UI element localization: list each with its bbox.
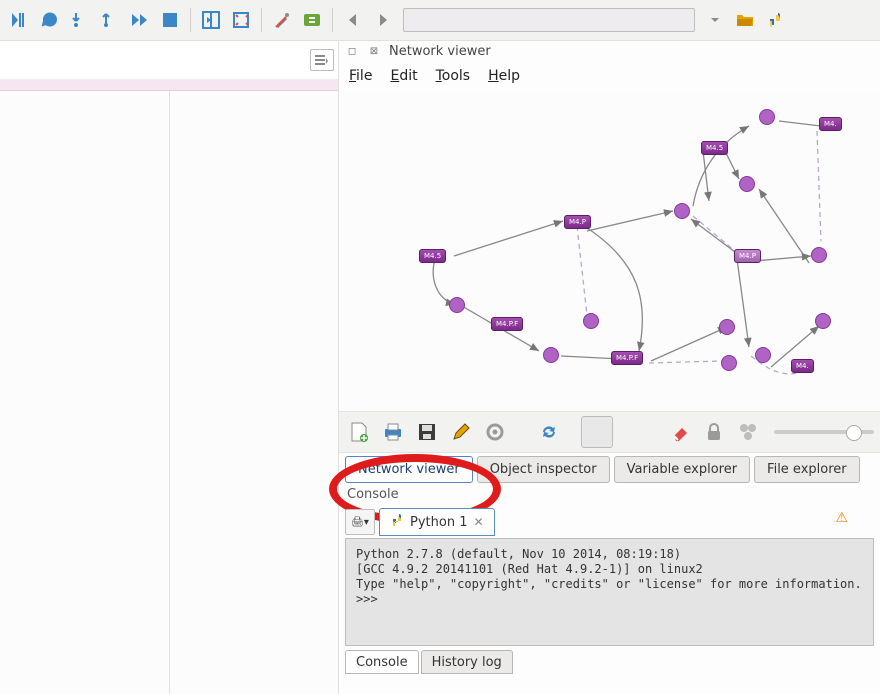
refresh-icon[interactable] bbox=[535, 418, 563, 446]
folder-open-icon[interactable] bbox=[731, 6, 759, 34]
left-pane-2[interactable] bbox=[169, 91, 339, 694]
lock-icon[interactable] bbox=[700, 418, 728, 446]
cluster-icon[interactable] bbox=[734, 418, 762, 446]
graph-node-box[interactable]: M4.P bbox=[564, 215, 591, 229]
console-menu-button[interactable]: 🖨▾ bbox=[345, 509, 375, 535]
left-panel bbox=[0, 41, 339, 694]
edit-icon[interactable] bbox=[447, 418, 475, 446]
tab-network-viewer[interactable]: Network viewer bbox=[345, 456, 473, 483]
stop-icon[interactable] bbox=[156, 6, 184, 34]
step-out-icon[interactable] bbox=[96, 6, 124, 34]
left-split bbox=[0, 91, 338, 694]
separator bbox=[332, 8, 333, 32]
separator bbox=[190, 8, 191, 32]
python-logo-icon[interactable] bbox=[761, 6, 789, 34]
graph-node-dot[interactable] bbox=[759, 109, 775, 125]
graph-node-dot[interactable] bbox=[674, 203, 690, 219]
python-logo-icon bbox=[390, 513, 404, 531]
graph-node-dot[interactable] bbox=[583, 313, 599, 329]
new-file-icon[interactable] bbox=[345, 418, 373, 446]
console-output[interactable]: Python 2.7.8 (default, Nov 10 2014, 08:1… bbox=[345, 538, 874, 646]
tab-history-log[interactable]: History log bbox=[421, 650, 513, 674]
eraser-icon[interactable] bbox=[666, 418, 694, 446]
network-toolbar bbox=[339, 411, 880, 453]
console-title: Console bbox=[339, 483, 880, 506]
graph-node-dot[interactable] bbox=[543, 347, 559, 363]
graph-node-dot[interactable] bbox=[719, 319, 735, 335]
menu-help[interactable]: Help bbox=[488, 68, 520, 84]
console-tab-label: Python 1 bbox=[410, 515, 467, 530]
console-tab-bar: 🖨▾ Python 1 ✕ ⚠ bbox=[339, 506, 880, 538]
selection-bar bbox=[0, 80, 338, 91]
graph-node-box-large[interactable]: M4.P bbox=[734, 249, 761, 263]
stop-square-icon[interactable] bbox=[581, 416, 613, 448]
graph-node-box[interactable]: M4.5 bbox=[701, 141, 728, 155]
zoom-slider[interactable] bbox=[774, 430, 874, 434]
back-icon[interactable] bbox=[339, 6, 367, 34]
tab-console[interactable]: Console bbox=[345, 650, 419, 674]
print-icon[interactable] bbox=[379, 418, 407, 446]
left-panel-header bbox=[0, 41, 338, 80]
list-mode-button[interactable] bbox=[310, 49, 334, 71]
dock-title-bar: ◻ ⊠ Network viewer bbox=[339, 41, 880, 61]
tab-object-inspector[interactable]: Object inspector bbox=[477, 456, 610, 483]
main-toolbar bbox=[0, 0, 880, 41]
view-tabs: Network viewer Object inspector Variable… bbox=[339, 453, 880, 483]
graph-node-dot[interactable] bbox=[815, 313, 831, 329]
menu-tools[interactable]: Tools bbox=[436, 68, 471, 84]
forward-icon[interactable] bbox=[369, 6, 397, 34]
working-dir-field[interactable] bbox=[403, 8, 695, 32]
tab-variable-explorer[interactable]: Variable explorer bbox=[614, 456, 750, 483]
preferences-icon[interactable] bbox=[268, 6, 296, 34]
loop-icon[interactable] bbox=[36, 6, 64, 34]
network-graph-canvas[interactable]: M4. M4.5 M4.P M4.5 M4.P.F M4.P.F M4. M4.… bbox=[339, 91, 880, 411]
menu-file[interactable]: File bbox=[349, 68, 372, 84]
close-dock-icon[interactable]: ⊠ bbox=[367, 44, 381, 58]
bottom-tabs: Console History log bbox=[339, 646, 880, 674]
dropdown-icon[interactable] bbox=[701, 6, 729, 34]
layout-icon[interactable] bbox=[197, 6, 225, 34]
graph-node-box[interactable]: M4.P.F bbox=[611, 351, 643, 365]
fullscreen-icon[interactable] bbox=[227, 6, 255, 34]
step-in-icon[interactable] bbox=[66, 6, 94, 34]
graph-node-box[interactable]: M4.P.F bbox=[491, 317, 523, 331]
viewer-menu-bar: File Edit Tools Help bbox=[339, 61, 880, 91]
console-tab-python1[interactable]: Python 1 ✕ bbox=[379, 508, 495, 536]
save-icon[interactable] bbox=[413, 418, 441, 446]
settings-icon[interactable] bbox=[481, 418, 509, 446]
graph-node-dot[interactable] bbox=[755, 347, 771, 363]
graph-node-dot[interactable] bbox=[449, 297, 465, 313]
fast-forward-icon[interactable] bbox=[126, 6, 154, 34]
separator bbox=[261, 8, 262, 32]
graph-node-dot[interactable] bbox=[811, 247, 827, 263]
left-pane-1[interactable] bbox=[0, 91, 169, 694]
graph-node-dot[interactable] bbox=[739, 176, 755, 192]
close-tab-icon[interactable]: ✕ bbox=[473, 515, 483, 529]
graph-node-box[interactable]: M4. bbox=[791, 359, 814, 373]
slider-thumb[interactable] bbox=[846, 425, 862, 441]
run-forward-icon[interactable] bbox=[6, 6, 34, 34]
tab-file-explorer[interactable]: File explorer bbox=[754, 456, 860, 483]
undock-icon[interactable]: ◻ bbox=[345, 44, 359, 58]
graph-node-box[interactable]: M4. bbox=[819, 117, 842, 131]
warning-icon[interactable]: ⚠ bbox=[835, 510, 848, 526]
graph-node-dot[interactable] bbox=[721, 355, 737, 371]
dock-title: Network viewer bbox=[389, 44, 491, 59]
python-path-icon[interactable] bbox=[298, 6, 326, 34]
menu-edit[interactable]: Edit bbox=[390, 68, 417, 84]
graph-node-box[interactable]: M4.5 bbox=[419, 249, 446, 263]
